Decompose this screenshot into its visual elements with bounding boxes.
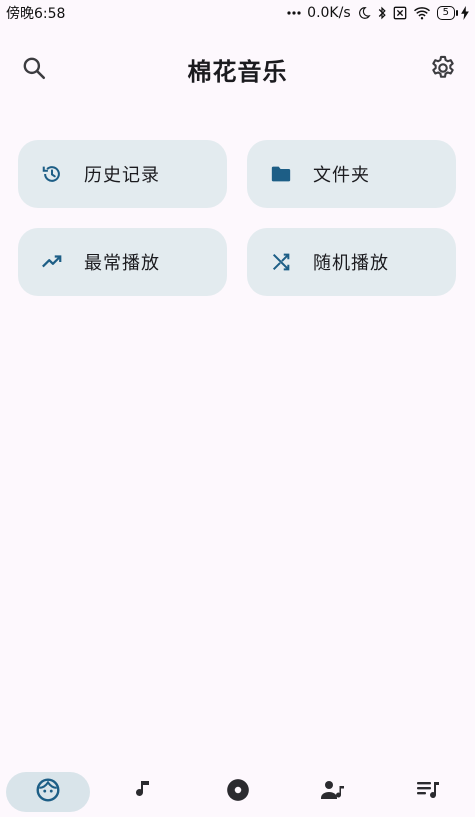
status-bar: 傍晚6:58 0.0K/s 5 xyxy=(0,0,475,26)
playlist-icon xyxy=(415,778,441,806)
folder-icon xyxy=(269,162,293,186)
app-screen: 傍晚6:58 0.0K/s 5 棉花音乐 历史记录 文件夹 最常播放 随机播放 xyxy=(0,0,475,817)
face-icon xyxy=(35,777,61,807)
shuffle-icon xyxy=(269,250,293,274)
bottom-navigation xyxy=(0,767,475,817)
trending-up-icon xyxy=(40,250,64,274)
most-played-tile[interactable]: 最常播放 xyxy=(18,228,227,296)
status-icons: 0.0K/s 5 xyxy=(287,5,475,21)
bluetooth-icon xyxy=(377,6,387,20)
nav-artists[interactable] xyxy=(291,772,375,812)
battery-icon: 5 xyxy=(436,6,459,20)
gear-icon xyxy=(429,54,457,86)
shuffle-tile[interactable]: 随机播放 xyxy=(247,228,456,296)
history-label: 历史记录 xyxy=(84,165,160,186)
nav-songs[interactable] xyxy=(101,772,185,812)
nav-home[interactable] xyxy=(5,772,90,812)
network-speed: 0.0K/s xyxy=(307,5,351,21)
more-dots-icon xyxy=(287,10,301,16)
folder-tile[interactable]: 文件夹 xyxy=(247,140,456,208)
music-note-icon xyxy=(131,778,155,806)
folder-label: 文件夹 xyxy=(313,165,370,186)
wifi-icon xyxy=(413,6,431,20)
most-played-label: 最常播放 xyxy=(84,253,160,274)
moon-icon xyxy=(357,6,371,20)
artist-icon xyxy=(320,778,346,806)
nav-albums[interactable] xyxy=(196,772,280,812)
status-time: 傍晚6:58 xyxy=(6,6,66,22)
history-tile[interactable]: 历史记录 xyxy=(18,140,227,208)
charging-icon xyxy=(461,6,469,20)
shuffle-label: 随机播放 xyxy=(313,253,389,274)
top-app-bar: 棉花音乐 xyxy=(0,40,475,100)
sim-x-icon xyxy=(393,6,407,20)
history-icon xyxy=(40,162,64,186)
quick-actions-grid: 历史记录 文件夹 最常播放 随机播放 xyxy=(18,140,456,296)
album-icon xyxy=(225,777,251,807)
app-title: 棉花音乐 xyxy=(187,58,288,86)
settings-button[interactable] xyxy=(427,54,459,86)
nav-playlists[interactable] xyxy=(386,772,470,812)
